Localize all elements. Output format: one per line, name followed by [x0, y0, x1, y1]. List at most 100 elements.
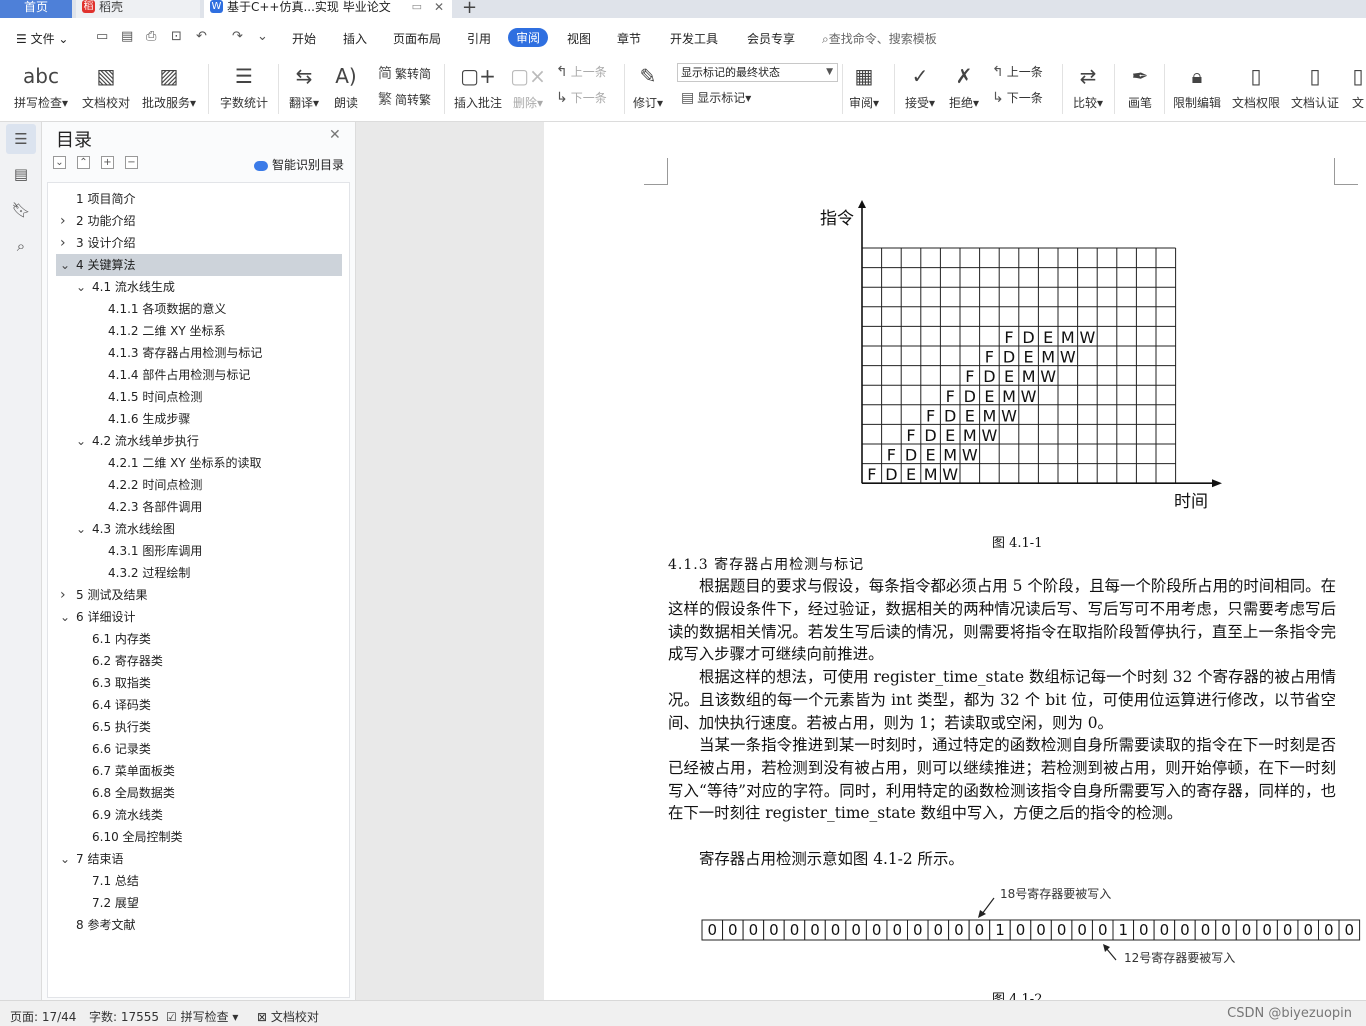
toc-item[interactable]: 6.2 寄存器类: [48, 650, 349, 672]
toc-item[interactable]: › 5 测试及结果: [48, 584, 349, 606]
review-pane-button[interactable]: ▦ 审阅▾: [846, 62, 882, 111]
menu-page-layout[interactable]: 页面布局: [393, 30, 441, 47]
tab-document[interactable]: W 基于C++仿真...实现 毕业论文 ▭ ✕: [204, 0, 452, 18]
toc-item[interactable]: ⌄ 4.3 流水线绘图: [48, 518, 349, 540]
toc-item[interactable]: 6.9 流水线类: [48, 804, 349, 826]
chevron-right-icon[interactable]: ›: [60, 584, 66, 606]
tab-close-icon[interactable]: ✕: [434, 0, 444, 14]
prev-change-button[interactable]: ↰ 上一条: [992, 63, 1043, 80]
toc-item[interactable]: 6.1 内存类: [48, 628, 349, 650]
toc-item[interactable]: 6.7 菜单面板类: [48, 760, 349, 782]
menu-chapter[interactable]: 章节: [617, 30, 641, 47]
toc-item[interactable]: 4.2.3 各部件调用: [48, 496, 349, 518]
file-menu[interactable]: ☰ 文件 ⌄: [16, 30, 68, 47]
more-ribbon-button[interactable]: ▯ 文: [1350, 62, 1366, 111]
compare-button[interactable]: ⇄ 比较▾: [1070, 62, 1106, 111]
chevron-down-icon[interactable]: ⌄: [60, 606, 70, 628]
toc-item[interactable]: 4.1.2 二维 XY 坐标系: [48, 320, 349, 342]
undo-icon[interactable]: ↶: [196, 29, 207, 44]
save-icon[interactable]: ▭: [96, 29, 108, 44]
menu-start[interactable]: 开始: [292, 30, 316, 47]
chevron-down-icon[interactable]: ⌄: [76, 518, 86, 540]
insert-comment-button[interactable]: ▢+ 插入批注: [452, 62, 504, 111]
markup-state-select[interactable]: 显示标记的最终状态 ▼: [677, 63, 838, 82]
read-aloud-button[interactable]: A) 朗读: [330, 62, 362, 111]
proofread-button[interactable]: ▧ 文档校对: [80, 62, 132, 111]
toc-item[interactable]: 4.2.1 二维 XY 坐标系的读取: [48, 452, 349, 474]
toc-item[interactable]: 8 参考文献: [48, 914, 349, 936]
command-search[interactable]: ⌕查找命令、搜索模板: [822, 30, 937, 47]
toc-item[interactable]: ⌄ 4 关键算法: [56, 254, 342, 276]
bookmark-icon[interactable]: 🔖︎: [11, 200, 31, 220]
add-heading-icon[interactable]: +: [101, 156, 114, 169]
next-comment-button[interactable]: ↳ 下一条: [556, 89, 607, 106]
menu-view[interactable]: 视图: [567, 30, 591, 47]
toc-item[interactable]: 6.8 全局数据类: [48, 782, 349, 804]
reject-change-button[interactable]: ✗ 拒绝▾: [946, 62, 982, 111]
toc-item[interactable]: › 3 设计介绍: [48, 232, 349, 254]
document-page[interactable]: 指令 时间 F D E M W F D E M W F D E M W F D E M W F D E M W F D E M W F D E M W F…: [544, 122, 1366, 1000]
spell-check-button[interactable]: abc 拼写检查▾: [12, 62, 70, 111]
toc-item[interactable]: 4.3.1 图形库调用: [48, 540, 349, 562]
menu-member[interactable]: 会员专享: [747, 30, 795, 47]
chapter-nav-icon[interactable]: ▤: [11, 164, 31, 184]
print-icon[interactable]: ⎙: [146, 29, 156, 44]
menu-review[interactable]: 审阅: [508, 28, 549, 47]
show-markup-button[interactable]: ▤ 显示标记▾: [681, 89, 751, 106]
status-spell-check[interactable]: ☑ 拼写检查 ▾: [166, 1008, 238, 1025]
collapse-all-icon[interactable]: ⌄: [53, 156, 66, 169]
print-preview-icon[interactable]: ⊡: [171, 29, 182, 44]
doc-permission-button[interactable]: ▯ 文档权限: [1229, 62, 1283, 111]
find-icon[interactable]: ⌕: [11, 236, 31, 256]
to-traditional-button[interactable]: 繁简转繁: [378, 89, 431, 109]
word-count-button[interactable]: ☰ 字数统计: [218, 62, 270, 111]
toc-item[interactable]: 4.1.6 生成步骤: [48, 408, 349, 430]
word-count-indicator[interactable]: 字数: 17555: [89, 1008, 159, 1025]
toc-item[interactable]: 7.2 展望: [48, 892, 349, 914]
close-icon[interactable]: ✕: [329, 127, 341, 143]
page-indicator[interactable]: 页面: 17/44: [10, 1008, 76, 1025]
redo-icon[interactable]: ↷: [232, 29, 243, 44]
customize-dropdown-icon[interactable]: ⌄: [257, 29, 268, 44]
toc-panel-icon[interactable]: ☰: [6, 124, 36, 154]
status-proofread[interactable]: ⊠ 文档校对: [257, 1008, 319, 1025]
chevron-down-icon[interactable]: ⌄: [60, 848, 70, 870]
toc-item[interactable]: 6.6 记录类: [48, 738, 349, 760]
chevron-down-icon[interactable]: ⌄: [76, 276, 86, 298]
track-changes-button[interactable]: ✎ 修订▾: [630, 62, 666, 111]
next-change-button[interactable]: ↳ 下一条: [992, 89, 1043, 106]
toc-item[interactable]: ⌄ 4.1 流水线生成: [48, 276, 349, 298]
toc-item[interactable]: 7.1 总结: [48, 870, 349, 892]
toc-item[interactable]: 6.5 执行类: [48, 716, 349, 738]
toc-item[interactable]: 6.10 全局控制类: [48, 826, 349, 848]
chevron-down-icon[interactable]: ⌄: [76, 430, 86, 452]
new-tab-plus-icon[interactable]: +: [462, 0, 477, 18]
accept-change-button[interactable]: ✓ 接受▾: [902, 62, 938, 111]
toc-item[interactable]: ⌄ 7 结束语: [48, 848, 349, 870]
menu-references[interactable]: 引用: [467, 30, 491, 47]
toc-item[interactable]: 4.1.3 寄存器占用检测与标记: [48, 342, 349, 364]
menu-insert[interactable]: 插入: [343, 30, 367, 47]
export-pdf-icon[interactable]: ▤: [121, 29, 133, 44]
to-simplified-button[interactable]: 简繁转简: [378, 63, 431, 83]
toc-item[interactable]: 6.4 译码类: [48, 694, 349, 716]
chevron-right-icon[interactable]: ›: [60, 232, 66, 254]
expand-up-icon[interactable]: ⌃: [77, 156, 90, 169]
translate-button[interactable]: ⇆ 翻译▾: [286, 62, 322, 111]
prev-comment-button[interactable]: ↰ 上一条: [556, 63, 607, 80]
toc-item[interactable]: ⌄ 4.2 流水线单步执行: [48, 430, 349, 452]
menu-developer[interactable]: 开发工具: [670, 30, 718, 47]
remove-heading-icon[interactable]: −: [125, 156, 138, 169]
chevron-down-icon[interactable]: ⌄: [60, 254, 70, 276]
toc-item[interactable]: 4.1.4 部件占用检测与标记: [48, 364, 349, 386]
toc-item[interactable]: ⌄ 6 详细设计: [48, 606, 349, 628]
correction-service-button[interactable]: ▨ 批改服务▾: [140, 62, 198, 111]
toc-item[interactable]: › 2 功能介绍: [48, 210, 349, 232]
toc-item[interactable]: 6.3 取指类: [48, 672, 349, 694]
toc-item[interactable]: 4.2.2 时间点检测: [48, 474, 349, 496]
restrict-edit-button[interactable]: 🔒︎ 限制编辑: [1170, 62, 1224, 111]
smart-toc-button[interactable]: 智能识别目录: [254, 156, 344, 173]
toc-item[interactable]: 1 项目简介: [48, 188, 349, 210]
window-pin-icon[interactable]: ▭: [412, 0, 422, 14]
delete-comment-button[interactable]: ▢× 删除▾: [510, 62, 546, 111]
